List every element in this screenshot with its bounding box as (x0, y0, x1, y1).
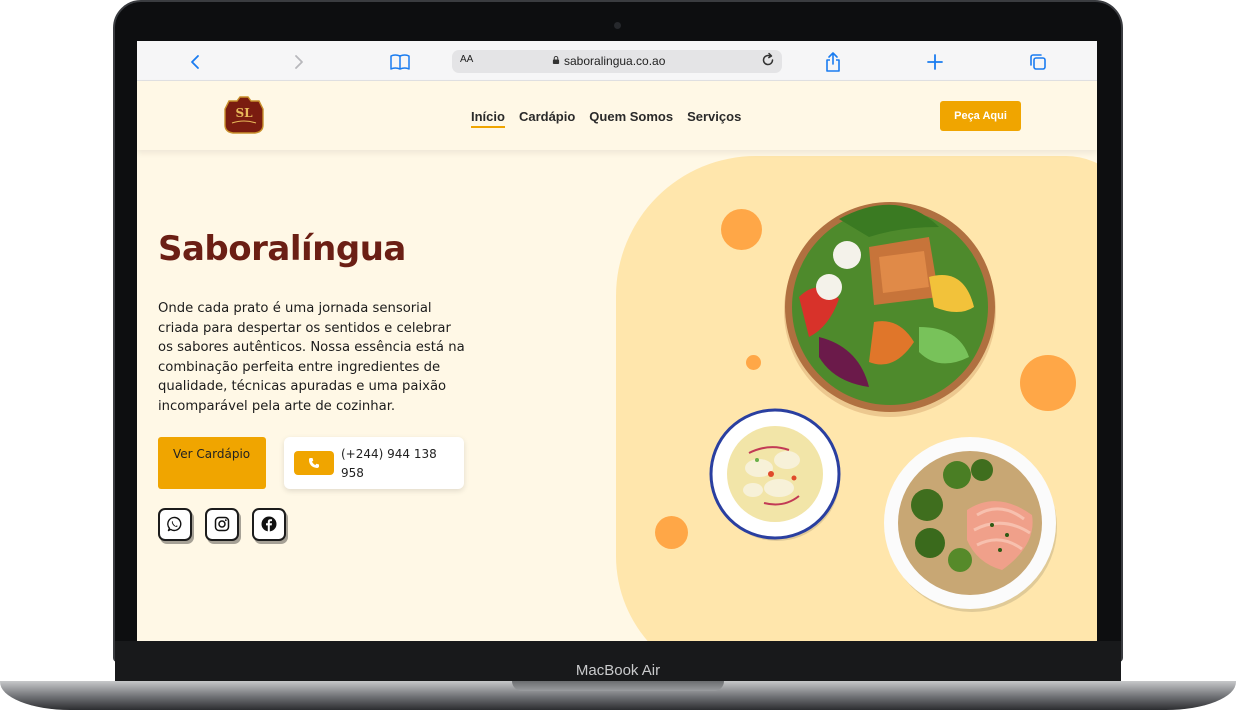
view-menu-button[interactable]: Ver Cardápio (158, 437, 266, 489)
url-text: saboralingua.co.ao (564, 54, 666, 68)
site-header: SL Início Cardápio Quem Somos Serviços P… (137, 81, 1097, 150)
device-label: MacBook Air (575, 662, 661, 679)
brand-logo[interactable]: SL (223, 95, 265, 135)
whatsapp-icon (167, 516, 182, 532)
lock-icon (552, 56, 560, 64)
salad-bowl-image (784, 202, 996, 417)
nav-quem-somos[interactable]: Quem Somos (589, 109, 673, 124)
reload-icon[interactable] (760, 52, 776, 72)
ceviche-bowl-image (709, 408, 841, 541)
facebook-button[interactable] (252, 508, 286, 541)
svg-text:SL: SL (235, 106, 253, 120)
webcam (614, 22, 621, 29)
address-bar[interactable]: AA saboralingua.co.ao (452, 50, 782, 73)
reader-mode-button[interactable]: AA (460, 54, 473, 65)
back-icon[interactable] (185, 51, 207, 73)
decor-circle (721, 209, 762, 250)
decor-circle (746, 355, 761, 370)
main-nav: Início Cardápio Quem Somos Serviços (471, 109, 741, 128)
salmon-plate-image (884, 437, 1057, 612)
whatsapp-button[interactable] (158, 508, 192, 541)
order-button[interactable]: Peça Aqui (940, 101, 1021, 131)
phone-icon (294, 451, 334, 475)
decor-circle (655, 516, 688, 549)
hero-title: Saboralíngua (158, 229, 406, 269)
nav-inicio[interactable]: Início (471, 109, 505, 128)
instagram-button[interactable] (205, 508, 239, 541)
screen: AA saboralingua.co.ao SL Início Cardápio… (137, 41, 1097, 641)
browser-toolbar: AA saboralingua.co.ao (137, 41, 1097, 81)
nav-cardapio[interactable]: Cardápio (519, 109, 575, 124)
laptop-frame: MacBook Air AA saboralingua.co.ao SL Iní… (0, 0, 1236, 710)
decor-circle (1020, 355, 1076, 411)
phone-contact-card[interactable]: (+244) 944 138 958 (284, 437, 464, 489)
tabs-overview-icon[interactable] (1027, 51, 1049, 73)
bookmarks-icon[interactable] (389, 51, 411, 73)
phone-number: (+244) 944 138 958 (341, 447, 437, 480)
hinge-notch (512, 681, 724, 691)
share-icon[interactable] (822, 51, 844, 73)
forward-icon[interactable] (287, 51, 309, 73)
hero-description: Onde cada prato é uma jornada sensorial … (158, 301, 465, 414)
new-tab-icon[interactable] (924, 51, 946, 73)
facebook-icon (261, 516, 277, 532)
instagram-icon (214, 516, 230, 532)
nav-servicos[interactable]: Serviços (687, 109, 741, 124)
